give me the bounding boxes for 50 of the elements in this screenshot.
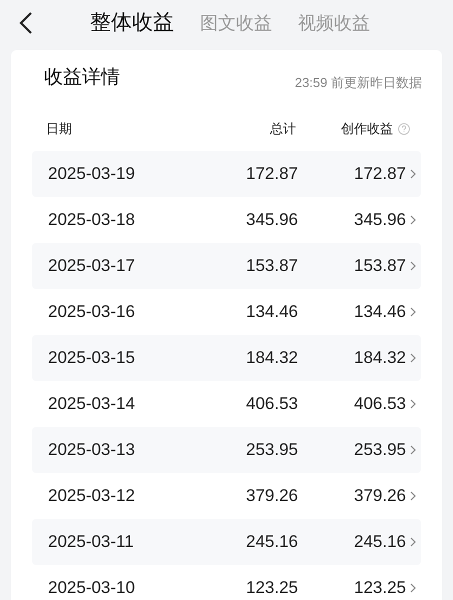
total-cell-text: 184.32 bbox=[245, 346, 298, 369]
update-note: 23:59 前更新昨日数据 bbox=[294, 74, 422, 92]
creation-income-cell-text: 379.26 bbox=[353, 484, 406, 507]
date-cell-text: 2025-03-18 bbox=[48, 208, 136, 231]
creation-income-cell-text: 245.16 bbox=[353, 530, 406, 553]
tab[interactable]: 整体收益 bbox=[90, 7, 174, 39]
chevron-icon[interactable] bbox=[410, 582, 416, 592]
creation-income-cell-text: 172.87 bbox=[353, 162, 406, 185]
date-cell-text: 2025-03-19 bbox=[48, 162, 136, 185]
total-cell-text: 253.95 bbox=[245, 438, 298, 461]
tab[interactable]: 视频收益 bbox=[298, 7, 370, 39]
chevron-icon[interactable] bbox=[410, 398, 416, 408]
chevron-icon[interactable] bbox=[410, 168, 416, 178]
total-cell-text: 123.25 bbox=[245, 576, 298, 599]
date-cell-text: 2025-03-16 bbox=[48, 300, 136, 323]
card-title: 收益详情 bbox=[44, 66, 120, 90]
help-icon[interactable] bbox=[398, 122, 410, 134]
chevron-icon[interactable] bbox=[410, 536, 416, 546]
column-header: 总计 bbox=[269, 120, 296, 138]
date-cell-text: 2025-03-10 bbox=[48, 576, 136, 599]
creation-income-cell-text: 345.96 bbox=[353, 208, 406, 231]
date-cell-text: 2025-03-11 bbox=[48, 530, 135, 553]
date-cell-text: 2025-03-15 bbox=[48, 346, 136, 369]
tab[interactable]: 图文收益 bbox=[200, 7, 272, 39]
creation-income-cell-text: 134.46 bbox=[353, 300, 406, 323]
creation-income-cell-text: 406.53 bbox=[353, 392, 406, 415]
total-cell-text: 245.16 bbox=[245, 530, 298, 553]
chevron-icon[interactable] bbox=[410, 260, 416, 270]
total-cell-text: 406.53 bbox=[245, 392, 298, 415]
chevron-icon[interactable] bbox=[410, 352, 416, 362]
chevron-icon[interactable] bbox=[410, 490, 416, 500]
creation-income-cell-text: 123.25 bbox=[353, 576, 406, 599]
chevron-icon[interactable] bbox=[410, 444, 416, 454]
creation-income-cell-text: 153.87 bbox=[353, 254, 406, 277]
date-cell-text: 2025-03-13 bbox=[48, 438, 136, 461]
total-cell-text: 153.87 bbox=[245, 254, 298, 277]
date-cell-text: 2025-03-12 bbox=[48, 484, 136, 507]
column-header: 日期 bbox=[46, 120, 73, 138]
chevron-icon[interactable] bbox=[410, 306, 416, 316]
total-cell-text: 379.26 bbox=[245, 484, 298, 507]
total-cell-text: 134.46 bbox=[245, 300, 298, 323]
creation-income-cell-text: 253.95 bbox=[353, 438, 406, 461]
date-cell-text: 2025-03-17 bbox=[48, 254, 136, 277]
date-cell-text: 2025-03-14 bbox=[48, 392, 136, 415]
creation-income-cell-text: 184.32 bbox=[353, 346, 406, 369]
total-cell-text: 345.96 bbox=[245, 208, 298, 231]
column-header: 创作收益 bbox=[341, 120, 393, 138]
total-cell-text: 172.87 bbox=[245, 162, 298, 185]
chevron-icon[interactable] bbox=[410, 214, 416, 224]
back-icon[interactable] bbox=[18, 11, 34, 35]
